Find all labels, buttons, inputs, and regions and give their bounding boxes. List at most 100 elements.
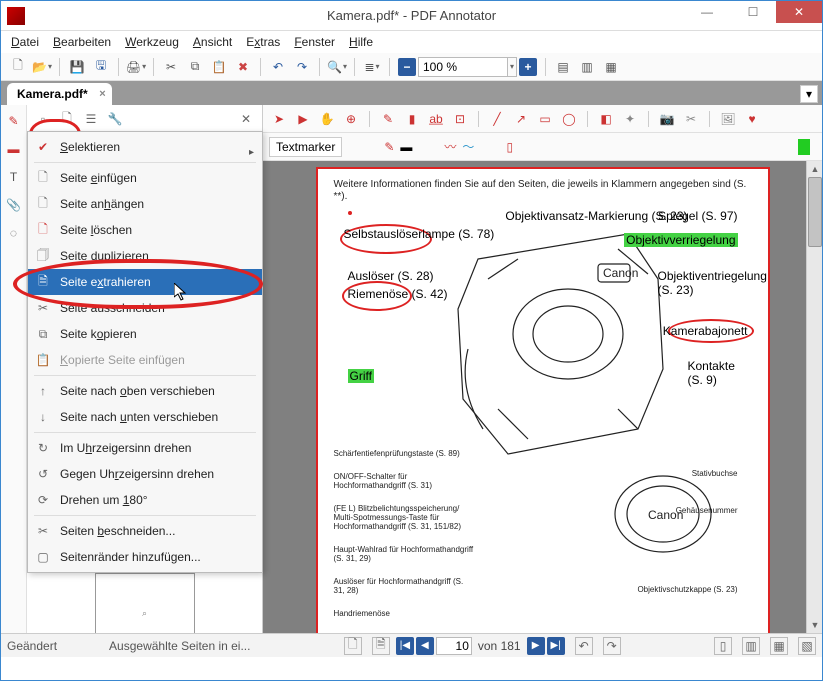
menuitem-seite-einfuegen[interactable]: 🗋 Seite einfügen <box>28 165 262 191</box>
lasso-tool-icon[interactable]: ✦ <box>620 109 640 129</box>
width-picker-icon[interactable]: ▬ <box>400 140 412 154</box>
menu-fenster[interactable]: Fenster <box>288 33 341 51</box>
style-wavy-icon[interactable]: 〜 <box>462 138 474 155</box>
close-button[interactable]: ✕ <box>776 1 822 23</box>
document-viewport[interactable]: Weitere Informationen finden Sie auf den… <box>263 161 822 633</box>
menuitem-nach-oben[interactable]: ↑ Seite nach oben verschieben <box>28 378 262 404</box>
sidebar-pages-icon[interactable]: ▫ <box>33 109 53 129</box>
marker-icon[interactable]: ▬ <box>4 139 24 159</box>
pen-tool-icon[interactable]: ✎ <box>378 109 398 129</box>
attachment-icon[interactable]: 📎 <box>4 195 24 215</box>
redo-icon[interactable]: ↷ <box>291 56 313 78</box>
menuitem-selektieren[interactable]: ✔ Selektieren <box>28 134 262 160</box>
page-thumbnail[interactable]: ⌕ <box>95 573 195 633</box>
menu-ansicht[interactable]: Ansicht <box>187 33 238 51</box>
sidebar-newpage-icon[interactable]: 🗋 <box>57 109 77 129</box>
zoom-in-button[interactable]: + <box>519 58 537 76</box>
menuitem-seite-anhaengen[interactable]: 🗋 Seite anhängen <box>28 191 262 217</box>
menuitem-seitenraender[interactable]: ▢ Seitenränder hinzufügen... <box>28 544 262 570</box>
view-continuous-icon[interactable]: ▥ <box>742 637 760 655</box>
layers-icon[interactable]: ≣ <box>361 56 383 78</box>
status-icon-1[interactable]: 🗋 <box>344 637 362 655</box>
rect-tool-icon[interactable]: ▭ <box>535 109 555 129</box>
save-icon[interactable]: 💾 <box>66 56 88 78</box>
textblock-icon[interactable]: ▯ <box>506 140 513 154</box>
menu-werkzeug[interactable]: Werkzeug <box>119 33 185 51</box>
scroll-thumb[interactable] <box>808 177 822 247</box>
scroll-up-icon[interactable]: ▲ <box>808 162 822 176</box>
text-icon[interactable]: T <box>4 167 24 187</box>
view-book-icon[interactable]: ▧ <box>798 637 816 655</box>
line-tool-icon[interactable]: ╱ <box>487 109 507 129</box>
menu-extras[interactable]: Extras <box>240 33 286 51</box>
sidebar-close-icon[interactable]: ✕ <box>236 109 256 129</box>
menuitem-gegen-uhrzeiger[interactable]: ↺ Gegen Uhrzeigersinn drehen <box>28 461 262 487</box>
pen-icon[interactable]: ✎ <box>4 111 24 131</box>
style-straight-icon[interactable]: 〰 <box>444 138 456 155</box>
sidebar-list-icon[interactable]: ☰ <box>81 109 101 129</box>
delete-icon[interactable]: ✖ <box>232 56 254 78</box>
ellipse-tool-icon[interactable]: ◯ <box>559 109 579 129</box>
tab-overflow-button[interactable]: ▾ <box>800 85 818 103</box>
tab-close-icon[interactable]: × <box>99 88 105 100</box>
nav-fwd-button[interactable]: ↷ <box>603 637 621 655</box>
highlighter-tool-icon[interactable]: ▮ <box>402 109 422 129</box>
crop-tool-icon[interactable]: ✂ <box>681 109 701 129</box>
textmarker-button[interactable]: Textmarker <box>269 137 342 157</box>
nav-prev-button[interactable]: ◀ <box>416 637 434 655</box>
menuitem-seite-loeschen[interactable]: 🗋 Seite löschen <box>28 217 262 243</box>
page-number-input[interactable] <box>436 637 472 655</box>
menuitem-beschneiden[interactable]: ✂ Seiten beschneiden... <box>28 518 262 544</box>
find-icon[interactable]: 🔍 <box>326 56 348 78</box>
vertical-scrollbar[interactable]: ▲ ▼ <box>806 161 822 633</box>
eraser-tool-icon[interactable]: ◧ <box>596 109 616 129</box>
stamp-tool-icon[interactable]: ⊡ <box>450 109 470 129</box>
status-icon-2[interactable]: 🗎 <box>372 637 390 655</box>
fit-page-icon[interactable]: ▤ <box>552 56 574 78</box>
menu-bearbeiten[interactable]: Bearbeiten <box>47 33 117 51</box>
cut-icon[interactable]: ✂ <box>160 56 182 78</box>
camera-tool-icon[interactable]: 📷 <box>657 109 677 129</box>
compass-icon[interactable]: ◌ <box>4 223 24 243</box>
copy-icon[interactable]: ⧉ <box>184 56 206 78</box>
color-picker-icon[interactable]: ✎ <box>384 140 394 154</box>
view-single-icon[interactable]: ▯ <box>714 637 732 655</box>
move-tool-icon[interactable]: ▶ <box>293 109 313 129</box>
menuitem-seite-extrahieren[interactable]: 🗎 Seite extrahieren <box>28 269 262 295</box>
image-tool-icon[interactable]: 🖼 <box>718 109 738 129</box>
paste-icon[interactable]: 📋 <box>208 56 230 78</box>
menuitem-seite-duplizieren[interactable]: 🗍 Seite duplizieren <box>28 243 262 269</box>
pointer-tool-icon[interactable]: ➤ <box>269 109 289 129</box>
nav-last-button[interactable]: ▶| <box>547 637 565 655</box>
favorites-icon[interactable]: ♥ <box>742 109 762 129</box>
print-icon[interactable]: 🖨 <box>125 56 147 78</box>
menuitem-seite-ausschneiden[interactable]: ✂ Seite ausschneiden <box>28 295 262 321</box>
menu-datei[interactable]: Datei <box>5 33 45 51</box>
maximize-button[interactable]: ☐ <box>730 1 776 23</box>
nav-first-button[interactable]: |◀ <box>396 637 414 655</box>
hand-tool-icon[interactable]: ✋ <box>317 109 337 129</box>
text-tool-icon[interactable]: a̲b̲ <box>426 109 446 129</box>
fit-width-icon[interactable]: ▥ <box>576 56 598 78</box>
menuitem-uhrzeiger[interactable]: ↻ Im Uhrzeigersinn drehen <box>28 435 262 461</box>
menuitem-nach-unten[interactable]: ↓ Seite nach unten verschieben <box>28 404 262 430</box>
menuitem-drehen-180[interactable]: ⟳ Drehen um 180° <box>28 487 262 513</box>
scroll-down-icon[interactable]: ▼ <box>808 618 822 632</box>
undo-icon[interactable]: ↶ <box>267 56 289 78</box>
open-icon[interactable]: 📂 <box>31 56 53 78</box>
zoom-input[interactable] <box>418 57 508 77</box>
save-as-icon[interactable]: 🖫 <box>90 56 112 78</box>
zoom-tool-icon[interactable]: ⊕ <box>341 109 361 129</box>
minimize-button[interactable]: — <box>684 1 730 23</box>
zoom-out-button[interactable]: − <box>398 58 416 76</box>
new-icon[interactable]: 🗋 <box>7 56 29 78</box>
actual-size-icon[interactable]: ▦ <box>600 56 622 78</box>
document-tab[interactable]: Kamera.pdf* × <box>7 83 112 105</box>
menuitem-seite-kopieren[interactable]: ⧉ Seite kopieren <box>28 321 262 347</box>
sidebar-wrench-icon[interactable]: 🔧 <box>105 109 125 129</box>
view-facing-icon[interactable]: ▦ <box>770 637 788 655</box>
menu-hilfe[interactable]: Hilfe <box>343 33 379 51</box>
nav-next-button[interactable]: ▶ <box>527 637 545 655</box>
arrow-tool-icon[interactable]: ↗ <box>511 109 531 129</box>
nav-back-button[interactable]: ↶ <box>575 637 593 655</box>
